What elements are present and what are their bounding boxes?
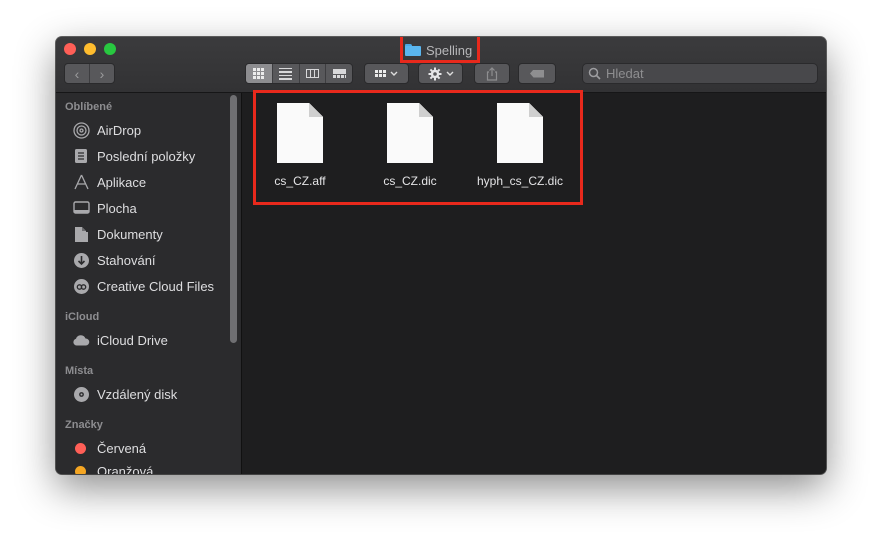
title-highlight-box	[400, 37, 480, 63]
sidebar-item-label: Červená	[97, 440, 147, 456]
sidebar-item-airdrop[interactable]: AirDrop	[72, 120, 141, 140]
search-icon	[588, 67, 601, 80]
tags-button[interactable]	[518, 63, 556, 84]
sidebar-item-label: AirDrop	[97, 122, 142, 138]
tags-section-title: Značky	[65, 419, 103, 431]
desktop-icon	[72, 199, 90, 217]
files-highlight-box	[253, 90, 583, 205]
sidebar-item-label: iCloud Drive	[97, 332, 168, 348]
list-view-button[interactable]	[273, 64, 300, 83]
sidebar: Oblíbené AirDrop Poslední položky Aplika…	[56, 93, 242, 474]
orange-tag-dot-icon	[75, 465, 86, 474]
sidebar-item-remote-disc[interactable]: Vzdálený disk	[72, 384, 177, 404]
sidebar-item-label: Plocha	[97, 200, 137, 216]
favorites-section-title: Oblíbené	[65, 101, 113, 113]
tag-icon	[530, 69, 544, 78]
close-window-button[interactable]	[64, 43, 76, 55]
icloud-section-title: iCloud	[65, 311, 100, 323]
chevron-left-icon: ‹	[74, 65, 80, 82]
finder-window: Spelling ‹ › Hledat Oblíbené AirDrop Pos…	[56, 37, 826, 474]
icon-view-icon	[253, 68, 265, 79]
sidebar-item-label: Vzdálený disk	[97, 386, 178, 402]
minimize-window-button[interactable]	[84, 43, 96, 55]
red-tag-dot-icon	[75, 442, 86, 454]
chevron-right-icon: ›	[99, 65, 105, 82]
maximize-window-button[interactable]	[104, 43, 116, 55]
sidebar-item-label: Poslední položky	[97, 148, 196, 164]
sidebar-item-applications[interactable]: Aplikace	[72, 172, 146, 192]
search-field[interactable]	[582, 63, 818, 84]
sidebar-item-label: Oranžová	[97, 463, 154, 475]
icon-view-button[interactable]	[246, 64, 273, 83]
search-input[interactable]	[606, 66, 796, 81]
sidebar-item-label: Aplikace	[97, 174, 147, 190]
sidebar-item-downloads[interactable]: Stahování	[72, 250, 156, 270]
sidebar-scrollbar[interactable]	[230, 95, 237, 343]
navigation-buttons: ‹ ›	[64, 63, 115, 84]
recents-icon	[72, 147, 90, 165]
column-view-icon	[305, 69, 319, 78]
back-button[interactable]: ‹	[65, 64, 90, 83]
list-view-icon	[279, 67, 293, 80]
sidebar-item-tag-red[interactable]: Červená	[72, 438, 146, 458]
column-view-button[interactable]	[300, 64, 327, 83]
downloads-icon	[72, 251, 90, 269]
disk-icon	[72, 385, 90, 403]
share-button[interactable]	[474, 63, 510, 84]
view-mode-control	[245, 63, 353, 84]
sidebar-item-label: Dokumenty	[97, 226, 163, 242]
group-icon	[375, 70, 386, 77]
titlebar: Spelling ‹ ›	[56, 37, 826, 93]
share-icon	[486, 66, 498, 81]
sidebar-item-tag-orange[interactable]: Oranžová	[72, 461, 153, 474]
sidebar-item-label: Stahování	[97, 252, 156, 268]
sidebar-item-label: Creative Cloud Files	[97, 278, 215, 294]
forward-button[interactable]: ›	[90, 64, 114, 83]
gallery-view-button[interactable]	[326, 64, 352, 83]
chevron-down-icon	[390, 71, 398, 76]
creative-cloud-icon	[72, 277, 90, 295]
action-button[interactable]	[418, 63, 463, 84]
applications-icon	[72, 173, 90, 191]
locations-section-title: Místa	[65, 365, 94, 377]
cloud-icon	[72, 331, 90, 349]
documents-icon	[72, 225, 90, 243]
chevron-down-icon	[446, 71, 453, 76]
sidebar-item-desktop[interactable]: Plocha	[72, 198, 137, 218]
airdrop-icon	[72, 121, 90, 139]
sidebar-item-creative-cloud[interactable]: Creative Cloud Files	[72, 276, 214, 296]
sidebar-item-icloud-drive[interactable]: iCloud Drive	[72, 330, 168, 350]
sidebar-item-documents[interactable]: Dokumenty	[72, 224, 163, 244]
sidebar-item-recents[interactable]: Poslední položky	[72, 146, 195, 166]
group-button[interactable]	[364, 63, 409, 84]
gear-icon	[428, 67, 441, 80]
gallery-view-icon	[332, 69, 346, 78]
